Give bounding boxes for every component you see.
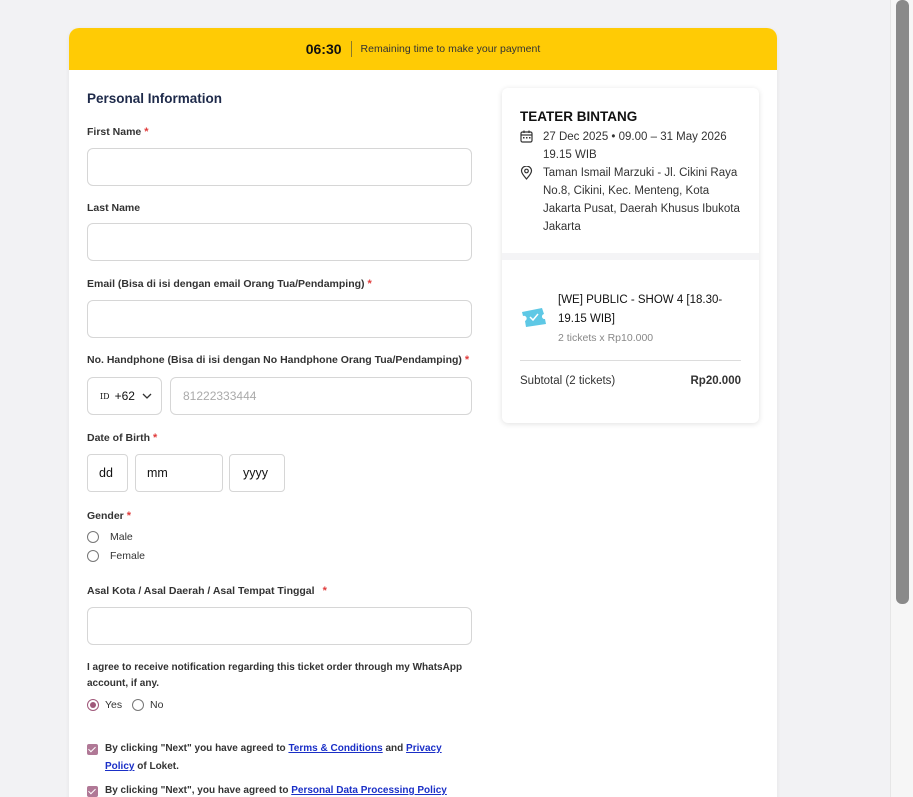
radio-button[interactable] — [132, 699, 144, 711]
gender-option-male[interactable]: Male — [87, 531, 133, 543]
ticket-quantity: 2 tickets x Rp10.000 — [558, 332, 654, 344]
whatsapp-option-label: No — [150, 699, 164, 711]
first-name-field[interactable] — [87, 148, 472, 186]
ticket-name: [WE] PUBLIC - SHOW 4 [18.30-19.15 WIB] — [558, 294, 723, 325]
timer-message: Remaining time to make your payment — [360, 43, 541, 55]
data-policy-consent: By clicking "Next", you have agreed to P… — [87, 782, 487, 797]
terms-checkbox[interactable] — [87, 744, 98, 755]
ticket-icon — [522, 308, 546, 327]
city-field[interactable] — [87, 607, 472, 645]
subtotal-value: Rp20.000 — [690, 375, 741, 387]
required-mark: * — [153, 432, 158, 444]
required-mark: * — [126, 510, 132, 522]
country-flag-icon: ID — [100, 391, 110, 401]
radio-button[interactable] — [87, 699, 99, 711]
phone-label: No. Handphone (Bisa di isi dengan No Han… — [87, 354, 470, 366]
dob-day-field[interactable]: dd — [87, 454, 128, 492]
subtotal-label: Subtotal (2 tickets) — [520, 375, 616, 387]
data-policy-text: By clicking "Next", you have agreed to P… — [105, 785, 447, 796]
email-label: Email (Bisa di isi dengan email Orang Tu… — [87, 278, 372, 290]
location-pin-icon — [520, 166, 533, 180]
last-name-field[interactable] — [87, 223, 472, 261]
dob-month-field[interactable]: mm — [135, 454, 223, 492]
event-summary-card: TEATER BINTANG 27 Dec 2025 • 09.00 – 31 … — [502, 88, 759, 423]
radio-button[interactable] — [87, 550, 99, 562]
gender-label: Gender * — [87, 510, 132, 522]
city-label: Asal Kota / Asal Daerah / Asal Tempat Ti… — [87, 585, 327, 597]
dob-label: Date of Birth * — [87, 432, 158, 444]
divider — [520, 360, 741, 361]
required-mark: * — [464, 354, 470, 366]
first-name-label: First Name * — [87, 126, 149, 138]
required-mark: * — [322, 585, 327, 597]
phone-field[interactable]: 81222333444 — [170, 377, 472, 415]
section-title: Personal Information — [87, 91, 223, 106]
whatsapp-option-no[interactable]: No — [132, 699, 163, 711]
event-location-text: Taman Ismail Marzuki - Jl. Cikini Raya N… — [543, 167, 740, 233]
required-mark: * — [144, 126, 149, 138]
country-code-select[interactable]: ID +62 — [87, 377, 162, 415]
calendar-icon — [520, 130, 533, 143]
gender-option-female[interactable]: Female — [87, 550, 145, 562]
timer-countdown: 06:30 — [306, 41, 352, 57]
ticket-details: [WE] PUBLIC - SHOW 4 [18.30-19.15 WIB] 2… — [558, 291, 748, 344]
whatsapp-option-yes[interactable]: Yes — [87, 699, 122, 711]
dob-year-field[interactable]: yyyy — [229, 454, 285, 492]
radio-button[interactable] — [87, 531, 99, 543]
chevron-down-icon — [142, 393, 152, 399]
dial-code: +62 — [114, 389, 135, 403]
ticket-item: [WE] PUBLIC - SHOW 4 [18.30-19.15 WIB] 2… — [520, 291, 748, 344]
gender-option-label: Female — [110, 550, 146, 562]
event-date: 27 Dec 2025 • 09.00 – 31 May 2026 19.15 … — [520, 128, 745, 164]
data-policy-link[interactable]: Personal Data Processing Policy — [291, 785, 447, 796]
scrollbar-thumb[interactable] — [896, 0, 909, 604]
event-title: TEATER BINTANG — [520, 109, 638, 124]
event-location: Taman Ismail Marzuki - Jl. Cikini Raya N… — [520, 164, 750, 236]
payment-timer-bar: 06:30 Remaining time to make your paymen… — [69, 28, 777, 70]
whatsapp-option-label: Yes — [105, 699, 123, 711]
terms-consent: By clicking "Next" you have agreed to Te… — [87, 740, 467, 776]
required-mark: * — [367, 278, 372, 290]
event-date-text: 27 Dec 2025 • 09.00 – 31 May 2026 19.15 … — [543, 131, 727, 161]
section-divider — [502, 253, 759, 260]
whatsapp-consent-text: I agree to receive notification regardin… — [87, 662, 463, 689]
last-name-label: Last Name — [87, 202, 141, 214]
terms-text: By clicking "Next" you have agreed to Te… — [105, 743, 442, 772]
data-policy-checkbox[interactable] — [87, 786, 98, 797]
gender-option-label: Male — [110, 531, 133, 543]
terms-link[interactable]: Terms & Conditions — [288, 743, 382, 754]
email-field[interactable] — [87, 300, 472, 338]
